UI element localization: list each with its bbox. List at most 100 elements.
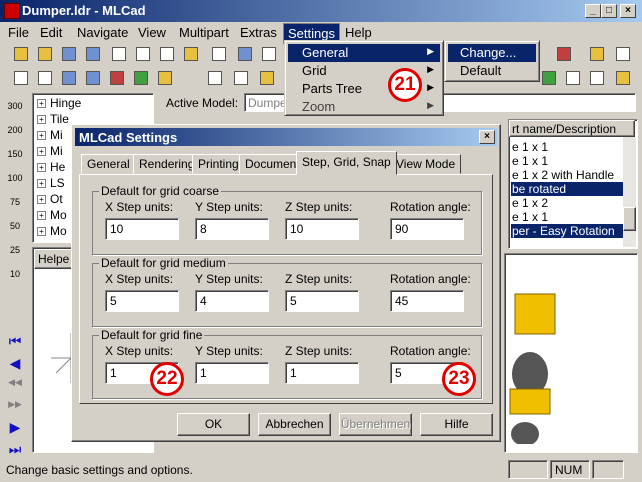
tab-step-grid-snap[interactable]: Step, Grid, Snap [296, 151, 397, 175]
dialog-titlebar[interactable]: MLCad Settings × [75, 128, 497, 146]
tab-rendering[interactable]: Rendering [133, 154, 201, 174]
tab-general[interactable]: General [81, 154, 136, 174]
prev-step-icon[interactable]: ◀ [6, 355, 24, 373]
zoom-10-icon[interactable]: 10 [6, 269, 24, 287]
menu-extras[interactable]: Extras [240, 25, 277, 40]
first-step-icon[interactable]: ⏮ [6, 333, 24, 351]
apply-button[interactable]: Übernehmen [339, 413, 412, 436]
grid-medium-icon[interactable] [564, 69, 582, 87]
copy-icon[interactable] [158, 45, 176, 63]
part-row[interactable]: e 1 x 2 [511, 196, 623, 210]
coarse-x-input[interactable]: 10 [105, 218, 179, 240]
minimize-button[interactable]: _ [585, 4, 601, 18]
ok-button[interactable]: OK [177, 413, 250, 436]
menu-item-default[interactable]: Default [448, 62, 536, 80]
part-row[interactable]: e 1 x 1 [511, 140, 623, 154]
help-button[interactable]: Hilfe [420, 413, 493, 436]
menu-navigate[interactable]: Navigate [77, 25, 128, 40]
cross-icon[interactable] [232, 69, 250, 87]
menu-multipart[interactable]: Multipart [179, 25, 229, 40]
grid-fine-icon[interactable] [588, 69, 606, 87]
menu-edit[interactable]: Edit [40, 25, 62, 40]
close-button[interactable]: × [620, 4, 636, 18]
cancel-button[interactable]: Abbrechen [258, 413, 331, 436]
next-step-icon[interactable]: ▶ [6, 419, 24, 437]
zoom-75-icon[interactable]: 75 [6, 197, 24, 215]
paste-icon[interactable] [182, 45, 200, 63]
rewind-icon[interactable]: ◀◀ [6, 377, 24, 395]
scissors-icon[interactable] [134, 45, 152, 63]
forward-icon[interactable]: ▶▶ [6, 399, 24, 417]
step-icon[interactable] [84, 69, 102, 87]
menu-item-zoom[interactable]: Zoom ▶ [288, 98, 440, 116]
menu-item-change[interactable]: Change... [448, 44, 536, 62]
tree-item[interactable]: + Tile [37, 112, 69, 126]
menu-help[interactable]: Help [345, 25, 372, 40]
tree-item[interactable]: + LS [37, 176, 65, 190]
medium-x-input[interactable]: 5 [105, 290, 179, 312]
menu-file[interactable]: File [8, 25, 29, 40]
insert-icon[interactable] [132, 69, 150, 87]
tree-item[interactable]: + Mi [37, 144, 63, 158]
coarse-rotation-input[interactable]: 90 [390, 218, 464, 240]
dialog-close-button[interactable]: × [479, 130, 495, 144]
fine-z-input[interactable]: 1 [285, 362, 359, 384]
link-icon[interactable] [12, 69, 30, 87]
part-row[interactable]: e 1 x 1 [511, 210, 623, 224]
cut-icon[interactable] [110, 45, 128, 63]
part-row[interactable]: e 1 x 2 with Handle [511, 168, 623, 182]
delete-icon[interactable] [108, 69, 126, 87]
maximize-button[interactable]: □ [601, 4, 617, 18]
tree-item[interactable]: + Mi [37, 128, 63, 142]
open-icon[interactable] [36, 45, 54, 63]
part-list-scrollbar[interactable] [623, 137, 636, 247]
tree-item[interactable]: + He [37, 160, 65, 174]
new-icon[interactable] [12, 45, 30, 63]
menu-view[interactable]: View [138, 25, 166, 40]
zoom-25-icon[interactable]: 25 [6, 245, 24, 263]
part-list[interactable]: rt name/Description e 1 x 1 e 1 x 1 e 1 … [508, 119, 638, 249]
no-entry-icon[interactable] [555, 45, 573, 63]
part-row[interactable]: e 1 x 1 [511, 154, 623, 168]
tab-view-mode[interactable]: View Mode [390, 154, 462, 174]
save-icon[interactable] [60, 45, 78, 63]
tab-printing[interactable]: Printing [192, 154, 245, 174]
last-step-icon[interactable]: ⏭ [6, 441, 24, 459]
part-row[interactable]: per - Easy Rotation [511, 224, 623, 238]
circle-icon[interactable] [258, 69, 276, 87]
tree-item[interactable]: + Ot [37, 192, 63, 206]
part-list-header[interactable]: rt name/Description [509, 120, 635, 137]
window-titlebar[interactable]: Dumper.ldr - MLCad _ □ × [0, 0, 642, 22]
grid-icon[interactable] [614, 45, 632, 63]
help-pointer-icon[interactable] [260, 45, 278, 63]
helper-tab[interactable]: Helpe [34, 249, 74, 269]
tree-item[interactable]: + Mo [37, 208, 67, 222]
medium-z-input[interactable]: 5 [285, 290, 359, 312]
properties-icon[interactable] [236, 45, 254, 63]
person-icon[interactable] [206, 69, 224, 87]
fine-y-input[interactable]: 1 [195, 362, 269, 384]
pencil-icon[interactable] [614, 69, 632, 87]
save-as-icon[interactable] [84, 45, 102, 63]
group-icon[interactable] [156, 69, 174, 87]
zoom-100-icon[interactable]: 100 [6, 173, 24, 191]
viewport-preview[interactable] [504, 253, 638, 453]
keyboard-icon[interactable] [588, 45, 606, 63]
zoom-150-icon[interactable]: 150 [6, 149, 24, 167]
scrollbar-thumb[interactable] [623, 207, 636, 231]
zoom-50-icon[interactable]: 50 [6, 221, 24, 239]
coarse-y-input[interactable]: 8 [195, 218, 269, 240]
tree-item[interactable]: + Hinge [37, 96, 81, 110]
coarse-z-input[interactable]: 10 [285, 218, 359, 240]
grid-coarse-icon[interactable] [540, 69, 558, 87]
menu-item-general[interactable]: General ▶ [288, 44, 440, 62]
zoom-200-icon[interactable]: 200 [6, 125, 24, 143]
text-ab-icon[interactable] [36, 69, 54, 87]
tree-item[interactable]: + Mo [37, 224, 67, 238]
print-icon[interactable] [210, 45, 228, 63]
part-row[interactable]: be rotated [511, 182, 623, 196]
medium-rotation-input[interactable]: 45 [390, 290, 464, 312]
zoom-300-icon[interactable]: 300 [6, 101, 24, 119]
color-icon[interactable] [60, 69, 78, 87]
medium-y-input[interactable]: 4 [195, 290, 269, 312]
